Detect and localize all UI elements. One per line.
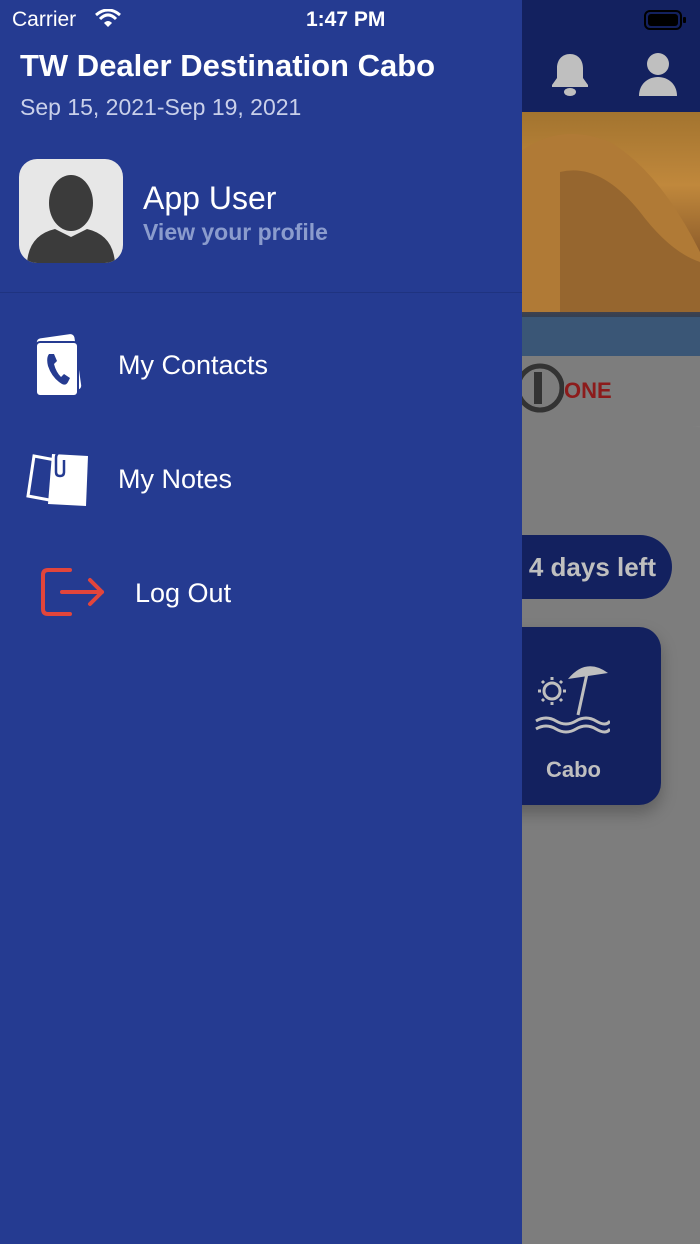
beach-umbrella-icon bbox=[535, 666, 610, 734]
event-dates: Sep 15, 2021-Sep 19, 2021 bbox=[20, 94, 302, 120]
battery-icon bbox=[644, 10, 686, 30]
profile-icon[interactable] bbox=[636, 50, 680, 98]
menu-label: My Notes bbox=[118, 464, 233, 494]
bell-icon[interactable] bbox=[548, 50, 592, 98]
user-silhouette-icon bbox=[27, 175, 115, 263]
brand-logo-icon bbox=[520, 363, 564, 413]
avatar[interactable] bbox=[19, 159, 123, 263]
menu-label: Log Out bbox=[135, 578, 232, 608]
logout-icon bbox=[41, 568, 104, 616]
menu-item-log-out[interactable]: Log Out bbox=[0, 548, 522, 638]
view-profile-link[interactable]: View your profile bbox=[143, 219, 328, 246]
carrier-label: Carrier bbox=[12, 8, 77, 31]
notes-icon bbox=[26, 450, 88, 506]
wifi-icon bbox=[95, 9, 121, 27]
menu-label: My Contacts bbox=[118, 350, 269, 380]
event-title: TW Dealer Destination Cabo bbox=[20, 48, 436, 83]
status-time: 1:47 PM bbox=[306, 8, 386, 31]
menu-item-my-contacts[interactable]: My Contacts bbox=[0, 320, 522, 410]
divider bbox=[0, 292, 522, 293]
contacts-phone-icon bbox=[35, 334, 82, 397]
side-drawer: Carrier 1:47 PM TW Dealer Destination Ca… bbox=[0, 0, 522, 1244]
status-bar: Carrier 1:47 PM bbox=[0, 0, 522, 40]
menu-item-my-notes[interactable]: My Notes bbox=[0, 434, 522, 524]
logo-text: ONE bbox=[564, 378, 612, 403]
user-name: App User bbox=[143, 180, 277, 216]
